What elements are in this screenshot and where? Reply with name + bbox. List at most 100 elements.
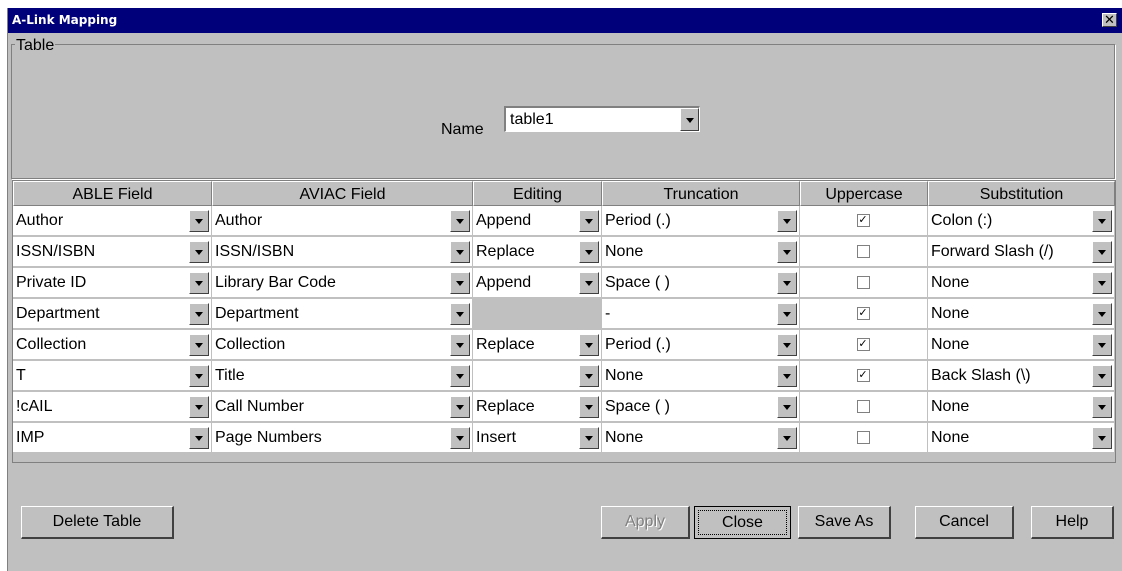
able-field-dropdown[interactable]: ISSN/ISBN	[13, 237, 212, 267]
able-field-dropdown[interactable]: Author	[13, 206, 212, 236]
able-field-dropdown[interactable]: IMP	[13, 423, 212, 453]
aviac-field-dropdown[interactable]: Title	[212, 361, 473, 391]
aviac-field-dropdown[interactable]: Department	[212, 299, 473, 329]
truncation-dropdown[interactable]: Period (.)	[602, 330, 800, 360]
chevron-down-icon[interactable]	[189, 365, 209, 387]
uppercase-cell[interactable]	[800, 392, 928, 422]
chevron-down-icon[interactable]	[189, 396, 209, 418]
able-field-dropdown[interactable]: Collection	[13, 330, 212, 360]
uppercase-checkbox[interactable]	[856, 399, 870, 413]
editing-dropdown[interactable]: Replace	[473, 392, 602, 422]
uppercase-cell[interactable]: ✓	[800, 361, 928, 391]
chevron-down-icon[interactable]	[450, 365, 470, 387]
substitution-dropdown[interactable]: None	[928, 423, 1115, 453]
aviac-field-dropdown[interactable]: Library Bar Code	[212, 268, 473, 298]
uppercase-checkbox[interactable]: ✓	[856, 337, 870, 351]
chevron-down-icon[interactable]	[189, 241, 209, 263]
chevron-down-icon[interactable]	[777, 334, 797, 356]
editing-dropdown[interactable]: Replace	[473, 330, 602, 360]
close-icon[interactable]: ✕	[1102, 13, 1117, 28]
chevron-down-icon[interactable]	[1092, 272, 1112, 294]
uppercase-cell[interactable]	[800, 237, 928, 267]
uppercase-checkbox[interactable]	[856, 430, 870, 444]
uppercase-cell[interactable]	[800, 423, 928, 453]
chevron-down-icon[interactable]	[1092, 303, 1112, 325]
chevron-down-icon[interactable]	[189, 272, 209, 294]
chevron-down-icon[interactable]	[579, 396, 599, 418]
column-header-substitution[interactable]: Substitution	[928, 181, 1115, 206]
uppercase-checkbox[interactable]	[856, 275, 870, 289]
table-name-dropdown[interactable]: table1	[504, 106, 700, 132]
chevron-down-icon[interactable]	[450, 427, 470, 449]
substitution-dropdown[interactable]: None	[928, 330, 1115, 360]
chevron-down-icon[interactable]	[450, 303, 470, 325]
uppercase-checkbox[interactable]: ✓	[856, 368, 870, 382]
uppercase-checkbox[interactable]: ✓	[856, 306, 870, 320]
substitution-dropdown[interactable]: None	[928, 299, 1115, 329]
chevron-down-icon[interactable]	[189, 427, 209, 449]
column-header-able-field[interactable]: ABLE Field	[13, 181, 212, 206]
chevron-down-icon[interactable]	[680, 108, 699, 131]
chevron-down-icon[interactable]	[777, 396, 797, 418]
uppercase-cell[interactable]: ✓	[800, 206, 928, 236]
uppercase-cell[interactable]: ✓	[800, 299, 928, 329]
aviac-field-dropdown[interactable]: ISSN/ISBN	[212, 237, 473, 267]
able-field-dropdown[interactable]: Department	[13, 299, 212, 329]
chevron-down-icon[interactable]	[579, 365, 599, 387]
aviac-field-dropdown[interactable]: Collection	[212, 330, 473, 360]
column-header-uppercase[interactable]: Uppercase	[800, 181, 928, 206]
truncation-dropdown[interactable]: None	[602, 237, 800, 267]
chevron-down-icon[interactable]	[579, 272, 599, 294]
uppercase-checkbox[interactable]	[856, 244, 870, 258]
chevron-down-icon[interactable]	[450, 241, 470, 263]
able-field-dropdown[interactable]: Private ID	[13, 268, 212, 298]
truncation-dropdown[interactable]: None	[602, 361, 800, 391]
chevron-down-icon[interactable]	[189, 334, 209, 356]
column-header-editing[interactable]: Editing	[473, 181, 602, 206]
chevron-down-icon[interactable]	[777, 365, 797, 387]
chevron-down-icon[interactable]	[1092, 334, 1112, 356]
editing-dropdown[interactable]: Insert	[473, 423, 602, 453]
chevron-down-icon[interactable]	[1092, 241, 1112, 263]
uppercase-cell[interactable]	[800, 268, 928, 298]
chevron-down-icon[interactable]	[189, 303, 209, 325]
truncation-dropdown[interactable]: Space ( )	[602, 392, 800, 422]
chevron-down-icon[interactable]	[777, 303, 797, 325]
aviac-field-dropdown[interactable]: Author	[212, 206, 473, 236]
save-as-button[interactable]: Save As	[798, 506, 891, 539]
help-button[interactable]: Help	[1031, 506, 1114, 539]
apply-button[interactable]: Apply	[601, 506, 690, 539]
cancel-button[interactable]: Cancel	[915, 506, 1014, 539]
chevron-down-icon[interactable]	[1092, 427, 1112, 449]
chevron-down-icon[interactable]	[777, 210, 797, 232]
chevron-down-icon[interactable]	[450, 210, 470, 232]
chevron-down-icon[interactable]	[579, 427, 599, 449]
delete-table-button[interactable]: Delete Table	[21, 506, 174, 539]
chevron-down-icon[interactable]	[1092, 210, 1112, 232]
chevron-down-icon[interactable]	[450, 334, 470, 356]
chevron-down-icon[interactable]	[450, 396, 470, 418]
aviac-field-dropdown[interactable]: Page Numbers	[212, 423, 473, 453]
chevron-down-icon[interactable]	[777, 427, 797, 449]
able-field-dropdown[interactable]: !cAIL	[13, 392, 212, 422]
chevron-down-icon[interactable]	[450, 272, 470, 294]
aviac-field-dropdown[interactable]: Call Number	[212, 392, 473, 422]
editing-dropdown[interactable]	[473, 361, 602, 391]
editing-dropdown[interactable]: Append	[473, 206, 602, 236]
column-header-aviac-field[interactable]: AVIAC Field	[212, 181, 473, 206]
chevron-down-icon[interactable]	[1092, 396, 1112, 418]
editing-dropdown[interactable]: Append	[473, 268, 602, 298]
substitution-dropdown[interactable]: Back Slash (\)	[928, 361, 1115, 391]
substitution-dropdown[interactable]: Colon (:)	[928, 206, 1115, 236]
substitution-dropdown[interactable]: None	[928, 392, 1115, 422]
chevron-down-icon[interactable]	[1092, 365, 1112, 387]
chevron-down-icon[interactable]	[189, 210, 209, 232]
substitution-dropdown[interactable]: Forward Slash (/)	[928, 237, 1115, 267]
close-button[interactable]: Close	[694, 506, 791, 539]
chevron-down-icon[interactable]	[579, 241, 599, 263]
chevron-down-icon[interactable]	[579, 334, 599, 356]
able-field-dropdown[interactable]: T	[13, 361, 212, 391]
substitution-dropdown[interactable]: None	[928, 268, 1115, 298]
uppercase-checkbox[interactable]: ✓	[856, 213, 870, 227]
title-bar[interactable]: A-Link Mapping ✕	[8, 8, 1122, 33]
